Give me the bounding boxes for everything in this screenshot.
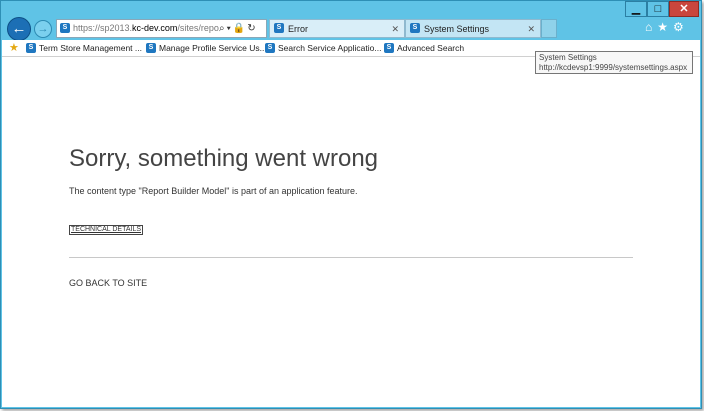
tab-close-icon[interactable]: ✕	[391, 20, 399, 38]
sharepoint-icon: S	[26, 43, 36, 53]
tab-error[interactable]: S Error ✕	[269, 19, 405, 38]
tab-close-icon[interactable]: ✕	[527, 20, 535, 38]
page-content: Sorry, something went wrong The content …	[2, 57, 700, 407]
tab-tooltip: System Settings http://kcdevsp1:9999/sys…	[535, 51, 693, 74]
back-arrow-icon: ←	[11, 20, 27, 37]
home-icon[interactable]: ⌂	[645, 20, 657, 34]
close-window-button[interactable]: ✕	[669, 1, 699, 17]
settings-gear-icon[interactable]: ⚙	[673, 20, 689, 34]
url-domain: kc-dev.com	[132, 23, 178, 33]
address-bar[interactable]: S https://sp2013.kc-dev.com/sites/report…	[56, 19, 267, 38]
back-button[interactable]: ←	[7, 17, 31, 41]
tab-label: Error	[288, 24, 308, 34]
sharepoint-icon: S	[60, 23, 70, 33]
sharepoint-icon: S	[265, 43, 275, 53]
favorite-label: Search Service Applicatio...	[278, 43, 382, 53]
add-favorites-icon[interactable]: ★	[9, 41, 19, 54]
forward-arrow-icon: →	[37, 23, 49, 35]
address-bar-icons[interactable]: ⌕▾🔒↻	[219, 20, 258, 37]
tab-label: System Settings	[424, 24, 490, 34]
tab-system-settings[interactable]: S System Settings ✕	[405, 19, 541, 38]
toolbar-icons: ⌂★⚙	[645, 20, 689, 34]
maximize-button[interactable]: □	[647, 1, 669, 17]
sharepoint-icon: S	[410, 23, 420, 33]
favorite-label: Advanced Search	[397, 43, 465, 53]
favorite-label: Manage Profile Service Us...	[159, 43, 267, 53]
sharepoint-icon: S	[384, 43, 394, 53]
browser-window: ▁ □ ✕ ← → S https://sp2013.kc-dev.com/si…	[0, 0, 702, 409]
technical-details-link[interactable]: TECHNICAL DETAILS	[69, 225, 144, 235]
minimize-button[interactable]: ▁	[625, 1, 647, 17]
sharepoint-icon: S	[274, 23, 284, 33]
favorites-star-icon[interactable]: ★	[657, 20, 673, 34]
url-path: /sites/reportir	[177, 23, 219, 33]
url-prefix: https://sp2013.	[73, 23, 133, 33]
address-url[interactable]: https://sp2013.kc-dev.com/sites/reportir	[73, 20, 219, 37]
go-back-to-site-link[interactable]: GO BACK TO SITE	[69, 278, 147, 288]
sharepoint-icon: S	[146, 43, 156, 53]
new-tab-button[interactable]	[541, 19, 557, 38]
divider	[69, 257, 633, 258]
favorite-label: Term Store Management ...	[39, 43, 142, 53]
tooltip-url: http://kcdevsp1:9999/systemsettings.aspx	[539, 63, 688, 72]
error-message: The content type "Report Builder Model" …	[69, 186, 358, 196]
tooltip-title: System Settings	[539, 53, 597, 62]
error-heading: Sorry, something went wrong	[69, 145, 379, 172]
forward-button[interactable]: →	[34, 20, 52, 38]
